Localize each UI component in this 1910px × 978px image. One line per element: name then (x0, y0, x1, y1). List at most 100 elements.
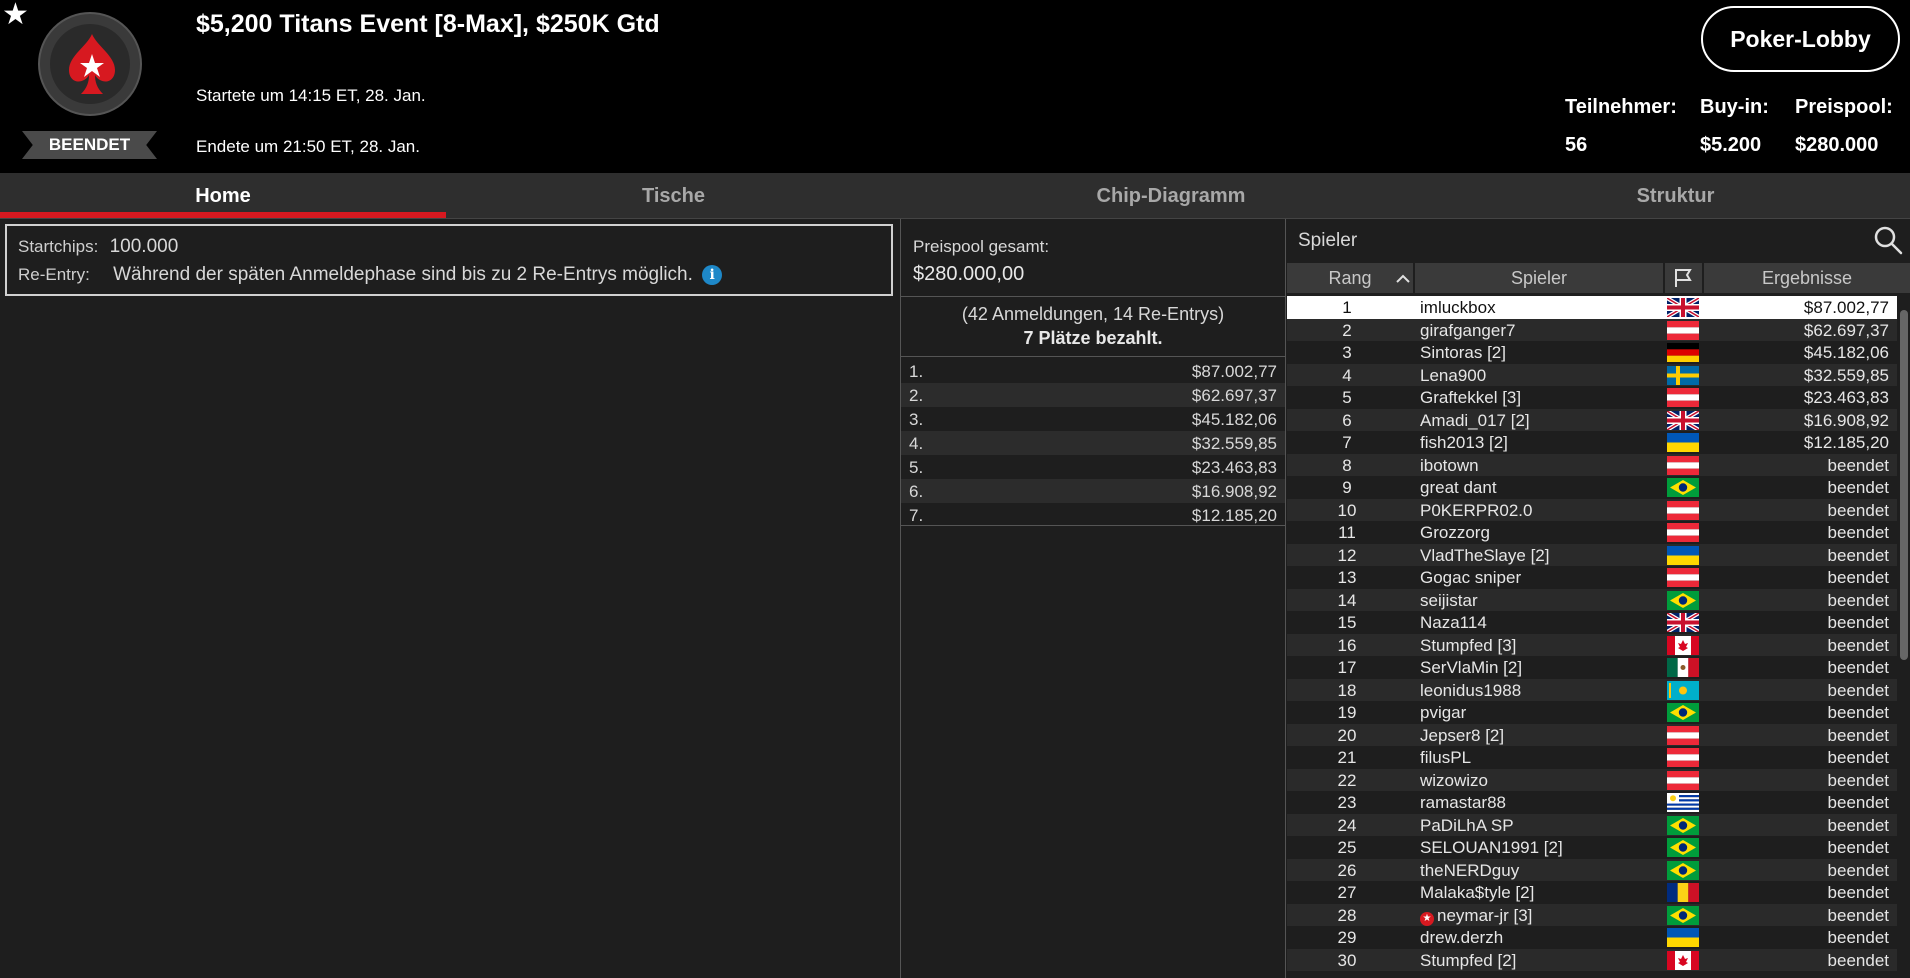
prize-amount: $87.002,77 (1191, 362, 1277, 381)
buyin-label: Buy-in: (1700, 96, 1769, 118)
player-rank: 25 (1337, 838, 1357, 857)
at-flag-icon (1667, 770, 1699, 790)
player-search[interactable] (1287, 219, 1910, 261)
gb-flag-icon (1665, 296, 1701, 319)
tab-structure[interactable]: Struktur (1441, 173, 1910, 219)
player-row[interactable]: 8 ibotown beendet (1287, 453, 1897, 476)
player-name: Gogac sniper (1420, 568, 1522, 587)
player-result: beendet (1827, 883, 1889, 902)
player-rank: 28 (1337, 905, 1357, 925)
player-row[interactable]: 19 pvigar beendet (1287, 701, 1897, 724)
player-row[interactable]: 27 Malaka$tyle [2] beendet (1287, 881, 1897, 904)
player-row[interactable]: 30 Stumpfed [2] beendet (1287, 948, 1897, 971)
player-name: leonidus1988 (1420, 680, 1522, 700)
player-row[interactable]: 17 SerVlaMin [2] beendet (1287, 656, 1897, 679)
player-name: Grozzorg (1420, 523, 1490, 542)
divider (901, 356, 1285, 357)
player-rank: 29 (1337, 928, 1357, 947)
sort-ascending-icon[interactable] (1394, 270, 1412, 288)
prize-amount: $45.182,06 (1191, 410, 1277, 429)
player-row[interactable]: 15 Naza114 beendet (1287, 611, 1897, 634)
player-row[interactable]: 13 Gogac sniper beendet (1287, 566, 1897, 589)
paid-places: 7 Plätze bezahlt. (1023, 328, 1163, 348)
player-row[interactable]: 22 wizowizo beendet (1287, 768, 1897, 791)
player-name: VladTheSlaye [2] (1420, 545, 1550, 565)
player-row[interactable]: 14 seijistar beendet (1287, 588, 1897, 611)
player-row[interactable]: 11 Grozzorg beendet (1287, 521, 1897, 544)
player-row[interactable]: 26 theNERDguy beendet (1287, 858, 1897, 881)
player-row[interactable]: 2 girafganger7 $62.697,37 (1287, 318, 1897, 341)
player-name: ramastar88 (1420, 793, 1506, 812)
player-row[interactable]: 4 Lena900 $32.559,85 (1287, 363, 1897, 386)
player-rank: 8 (1342, 455, 1352, 475)
player-row[interactable]: 28 ★ neymar-jr [3] beendet (1287, 903, 1897, 926)
player-name: pvigar (1420, 703, 1467, 722)
favorite-star-icon[interactable]: ★ (2, 0, 29, 30)
ca-flag-icon (1667, 635, 1699, 655)
player-name: Lena900 (1420, 365, 1487, 385)
divider (901, 296, 1285, 297)
player-name: Stumpfed [3] (1420, 635, 1517, 655)
pokerstars-logo (38, 12, 142, 116)
player-result: beendet (1827, 793, 1889, 812)
prize-row: 5. $23.463,83 (901, 455, 1285, 479)
player-rank: 20 (1337, 725, 1357, 745)
player-rank: 10 (1337, 500, 1357, 520)
player-result: $87.002,77 (1803, 298, 1889, 317)
kz-flag-icon (1667, 680, 1699, 700)
player-row[interactable]: 5 Graftekkel [3] $23.463,83 (1287, 386, 1897, 409)
player-rank: 4 (1342, 365, 1352, 385)
player-row[interactable]: 23 ramastar88 beendet (1287, 791, 1897, 814)
player-result: beendet (1827, 523, 1889, 542)
column-header-player[interactable]: Spieler (1415, 263, 1663, 293)
column-header-results[interactable]: Ergebnisse (1704, 263, 1910, 293)
player-name: Amadi_017 [2] (1420, 410, 1530, 430)
player-row[interactable]: 25 SELOUAN1991 [2] beendet (1287, 836, 1897, 859)
br-flag-icon (1667, 905, 1699, 925)
divider (1285, 219, 1286, 978)
poker-lobby-button[interactable]: Poker-Lobby (1701, 6, 1900, 72)
player-name: drew.derzh (1420, 928, 1504, 947)
gb-flag-icon (1665, 611, 1701, 634)
player-rank: 14 (1337, 590, 1357, 610)
player-rank: 27 (1337, 883, 1357, 902)
player-row[interactable]: 29 drew.derzh beendet (1287, 926, 1897, 949)
participants-value: 56 (1565, 134, 1588, 156)
br-flag-icon (1667, 815, 1699, 835)
start-time: Startete um 14:15 ET, 28. Jan. (196, 86, 426, 105)
player-rank: 6 (1342, 410, 1352, 430)
search-icon[interactable] (1873, 225, 1903, 255)
player-rank: 30 (1337, 950, 1357, 970)
player-name: Naza114 (1420, 613, 1487, 632)
at-flag-icon (1667, 523, 1699, 542)
tab-chip-chart[interactable]: Chip-Diagramm (901, 173, 1441, 219)
player-row[interactable]: 21 filusPL beendet (1287, 746, 1897, 769)
player-row[interactable]: 7 fish2013 [2] $12.185,20 (1287, 431, 1897, 454)
prize-amount: $32.559,85 (1191, 434, 1277, 453)
scrollbar[interactable] (1900, 310, 1908, 660)
at-flag-icon (1667, 748, 1699, 767)
player-row[interactable]: 3 Sintoras [2] $45.182,06 (1287, 341, 1897, 364)
player-row[interactable]: 10 P0KERPR02.0 beendet (1287, 498, 1897, 521)
player-row[interactable]: 20 Jepser8 [2] beendet (1287, 723, 1897, 746)
player-row[interactable]: 24 PaDiLhA SP beendet (1287, 813, 1897, 836)
uy-flag-icon (1667, 793, 1699, 812)
player-rank: 13 (1337, 568, 1357, 587)
player-row[interactable]: 16 Stumpfed [3] beendet (1287, 633, 1897, 656)
tab-tables[interactable]: Tische (446, 173, 901, 219)
info-icon[interactable]: i (702, 265, 723, 285)
player-row[interactable]: 6 Amadi_017 [2] $16.908,92 (1287, 408, 1897, 432)
player-row[interactable]: 9 great dant beendet (1287, 476, 1897, 499)
participants-label: Teilnehmer: (1565, 96, 1677, 118)
player-rank: 9 (1342, 478, 1352, 497)
player-row[interactable]: 12 VladTheSlaye [2] beendet (1287, 543, 1897, 566)
player-result: beendet (1827, 478, 1889, 497)
player-row[interactable]: 1 imluckbox $87.002,77 (1287, 296, 1897, 319)
player-result: beendet (1827, 500, 1889, 520)
prize-place: 5. (909, 458, 924, 477)
player-row[interactable]: 18 leonidus1988 beendet (1287, 678, 1897, 701)
at-flag-icon (1667, 388, 1699, 407)
player-result: beendet (1827, 815, 1889, 835)
player-result: beendet (1827, 590, 1889, 610)
br-flag-icon (1667, 703, 1699, 722)
